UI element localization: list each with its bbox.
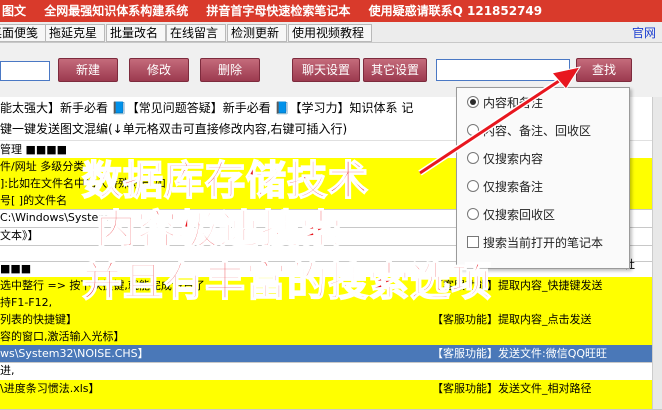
menu-batch-rename[interactable]: 批量改名: [106, 24, 166, 42]
search-option-5[interactable]: 仅搜索回收区: [467, 206, 555, 224]
title-slogan: 全网最强知识体系构建系统: [44, 4, 189, 18]
menu-procrastination[interactable]: 拖延克星: [45, 24, 105, 42]
search-option-label: 搜索当前打开的笔记本: [483, 236, 604, 250]
edit-button[interactable]: 修改: [129, 58, 189, 82]
row-content-cell[interactable]: 进,: [0, 362, 430, 380]
category-input[interactable]: [0, 61, 50, 81]
arrow-pointer-icon: [418, 66, 582, 176]
checkbox-icon[interactable]: [467, 236, 479, 248]
row-note-cell[interactable]: [432, 362, 662, 380]
promo-headline-2: 内容极速搜索: [95, 205, 342, 254]
table-row[interactable]: \进度条习惯法.xls】 【客服功能】发送文件_相对路径: [0, 380, 662, 398]
instruction-text: 键一键发送图文混编(↓单元格双击可直接修改内容,右键可插入行): [0, 122, 348, 136]
menu-bar: 桌面便笺 拖延克星 批量改名 在线留言 检测更新 使用视频教程 官网: [0, 22, 662, 43]
table-row[interactable]: ws\System32\NOISE.CHS】 【客服功能】发送文件:微信QQ旺旺: [0, 345, 662, 363]
row-note-cell[interactable]: [432, 397, 662, 409]
new-button[interactable]: 新建: [58, 58, 118, 82]
official-site-link[interactable]: 官网: [632, 24, 656, 41]
row-content-cell[interactable]: 容的窗口,激活输入光标】: [0, 328, 430, 345]
title-contact: 使用疑惑请联系Q 121852749: [368, 4, 543, 18]
title-bar: 图文 全网最强知识体系构建系统 拼音首字母快速检索笔记本 使用疑惑请联系Q 12…: [0, 0, 662, 22]
promo-headline-3: 并且有丰富的搜索选项: [81, 257, 492, 306]
menu-check-update[interactable]: 检测更新: [227, 24, 287, 42]
table-row[interactable]: 容的窗口,激活输入光标】: [0, 328, 662, 346]
chat-settings-button[interactable]: 聊天设置: [292, 58, 360, 82]
row-note-cell[interactable]: 【客服功能】发送文件_相对路径: [432, 380, 662, 397]
row-note-cell[interactable]: 【客服功能】发送文件:微信QQ旺旺: [432, 345, 662, 362]
menu-desktop-notes[interactable]: 桌面便笺: [0, 24, 46, 42]
row-content-cell[interactable]: 列表的快捷键】: [0, 311, 430, 328]
title-app-name: 图文: [2, 4, 27, 18]
row-content-cell[interactable]: \进度条习惯法.xls】: [0, 380, 430, 397]
title-subtitle: 拼音首字母快速检索笔记本: [206, 4, 351, 18]
help-links-text[interactable]: 能太强大】新手必看 📘【常见问题答疑】新手必看 📘【学习力】知识体系 记: [0, 101, 413, 115]
vertical-scrollbar[interactable]: [652, 97, 662, 409]
row-content-cell[interactable]: ws\System32\NOISE.CHS】: [0, 345, 430, 362]
row-content-cell[interactable]: [0, 397, 430, 409]
menu-online-message[interactable]: 在线留言: [166, 24, 226, 42]
table-row[interactable]: [0, 397, 662, 410]
menu-video-tutorial[interactable]: 使用视频教程: [288, 24, 372, 42]
table-row[interactable]: 进,: [0, 362, 662, 381]
table-row[interactable]: 列表的快捷键】 【客服功能】提取内容_点击发送: [0, 311, 662, 329]
row-note-cell[interactable]: [432, 328, 662, 345]
row-note-cell[interactable]: 【客服功能】提取内容_点击发送: [432, 311, 662, 328]
radio-button-icon[interactable]: [467, 208, 479, 220]
search-option-label: 仅搜索回收区: [483, 208, 556, 222]
delete-button[interactable]: 删除: [200, 58, 260, 82]
